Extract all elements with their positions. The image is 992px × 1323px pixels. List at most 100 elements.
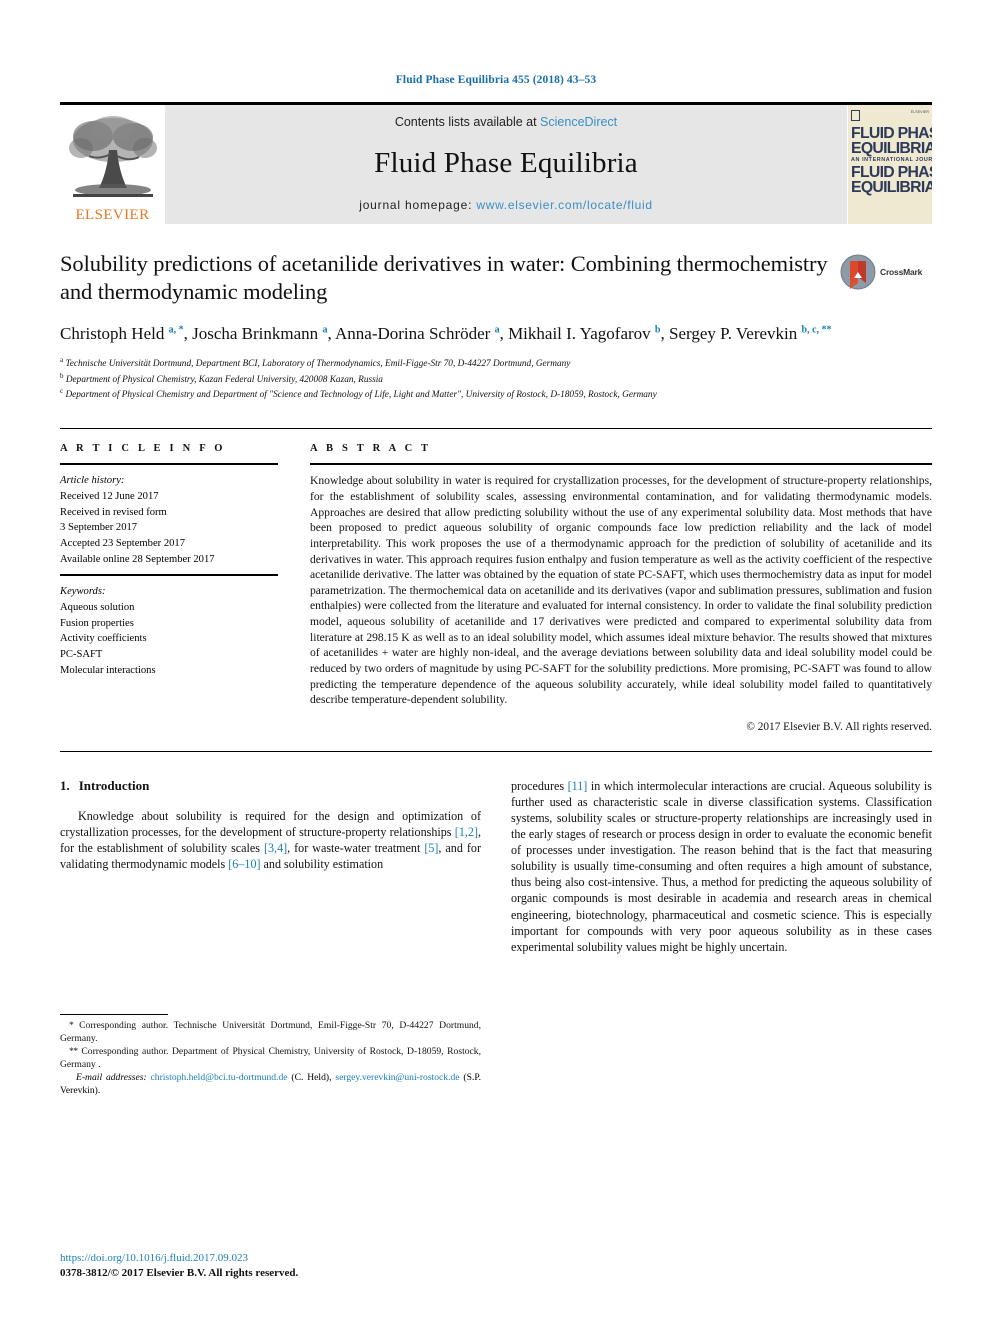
author-item: Sergey P. Verevkin b, c, ** [669,324,832,343]
journal-homepage-line: journal homepage: www.elsevier.com/locat… [359,198,653,212]
doi-link[interactable]: https://doi.org/10.1016/j.fluid.2017.09.… [60,1251,480,1266]
citation-link[interactable]: [1,2] [455,825,478,839]
keyword-item: PC-SAFT [60,649,103,661]
article-history-item: Available online 28 September 2017 [60,553,215,565]
author-name: Sergey P. Verevkin [668,323,798,343]
author-name: Joscha Brinkmann [192,323,319,343]
article-info-column: A R T I C L E I N F O Article history: R… [60,443,278,733]
title-block: Solubility predictions of acetanilide de… [60,250,932,402]
author-name: Mikhail I. Yagofarov [508,323,651,343]
cover-topbar: ELSEVIER [851,110,929,122]
affiliation-text: Technische Universität Dortmund, Departm… [65,359,571,370]
keywords-label: Keywords: [60,586,106,598]
author-sep: , [499,323,509,343]
keyword-item: Fusion properties [60,617,134,629]
author-list: Christoph Held a, *, Joscha Brinkmann a,… [60,323,932,346]
abstract-copyright: © 2017 Elsevier B.V. All rights reserved… [746,720,932,733]
affiliation-list: a Technische Universität Dortmund, Depar… [60,356,932,402]
journal-homepage-link[interactable]: www.elsevier.com/locate/fluid [476,198,652,212]
footnote-emails: E-mail addresses: christoph.held@bci.tu-… [60,1072,482,1097]
affiliation-mark: a [60,356,64,365]
section-title: Introduction [78,777,150,793]
keyword-item: Activity coefficients [60,633,147,645]
intro-paragraph-right: procedures [11] in which intermolecular … [511,778,932,955]
footnote-mark: * [69,1019,74,1031]
footnote-mark: ** [69,1045,78,1057]
footnote-text: Corresponding author. Department of Phys… [60,1045,482,1070]
sciencedirect-link[interactable]: ScienceDirect [540,115,617,129]
body-column-right: procedures [11] in which intermolecular … [511,778,932,1108]
article-history-item: Received in revised form [60,506,167,518]
crossmark-label: CrossMark [880,267,923,277]
cover-line-2: EQUILIBRIA [851,139,932,157]
author-sep: , [327,323,335,343]
crossmark-icon [840,254,876,290]
author-item: Joscha Brinkmann a [192,324,327,343]
contents-prefix: Contents lists available at [394,115,541,129]
affiliation-text: Department of Physical Chemistry, Kazan … [65,374,383,385]
footnote-divider [60,1013,168,1015]
author-name: Christoph Held [60,323,165,343]
article-info-heading: A R T I C L E I N F O [60,443,226,455]
intro-text-part: and solubility estimation [260,857,384,872]
elsevier-logo: ELSEVIER [60,105,165,224]
article-history-label: Article history: [60,475,125,487]
affiliation-item: c Department of Physical Chemistry and D… [60,387,932,402]
journal-title: Fluid Phase Equilibria [374,147,638,179]
article-history-item: 3 September 2017 [60,522,138,534]
journal-banner: Contents lists available at ScienceDirec… [165,105,847,224]
affiliation-text: Department of Physical Chemistry and Dep… [65,390,657,401]
email-link-1[interactable]: christoph.held@bci.tu-dortmund.de [151,1072,288,1083]
elsevier-tree-icon [68,116,157,197]
journal-cover-thumbnail[interactable]: ELSEVIER FLUID PHASE EQUILIBRIA AN INTER… [847,105,932,224]
keyword-item: Molecular interactions [60,664,156,676]
intro-text-part: procedures [511,778,568,793]
footnote-corresponding-2: ** Corresponding author. Department of P… [60,1046,481,1072]
crossmark-badge[interactable]: CrossMark [840,252,932,292]
article-history-item: Accepted 23 September 2017 [60,537,186,549]
homepage-prefix: journal homepage: [359,198,477,212]
author-marks: a, * [168,324,184,336]
abstract-text: Knowledge about solubility in water is r… [310,474,932,707]
running-head: Fluid Phase Equilibria 455 (2018) 43–53 [395,74,597,86]
body-column-left: 1. Introduction Knowledge about solubilit… [60,778,481,1108]
email-label: E-mail addresses: [76,1072,147,1084]
section-divider [60,750,932,752]
keyword-item: Aqueous solution [60,602,135,613]
section-number: 1. [60,777,70,793]
footnote-corresponding-1: * Corresponding author. Technische Unive… [60,1020,481,1046]
citation-link[interactable]: [11] [568,779,588,793]
author-marks: b, c, ** [801,324,832,336]
email-link-2[interactable]: sergey.verevkin@uni-rostock.de [335,1072,459,1083]
cover-line-4: EQUILIBRIA [851,179,932,197]
intro-text-part: in which intermolecular interactions are… [511,778,932,954]
author-item: Mikhail I. Yagofarov b [508,324,660,343]
author-name: Anna-Dorina Schröder [335,323,491,343]
divider [60,463,278,466]
issn-copyright-line: 0378-3812/© 2017 Elsevier B.V. All right… [60,1267,299,1280]
cover-corner-label: ELSEVIER [910,110,929,114]
divider [60,574,278,577]
abstract-heading: A B S T R A C T [310,443,432,455]
intro-text-part: Knowledge about solubility is required f… [60,808,481,839]
citation-link[interactable]: [6–10] [228,857,260,871]
affiliation-mark: c [60,387,64,396]
abstract-column: A B S T R A C T Knowledge about solubili… [310,443,932,733]
cover-subtitle: AN INTERNATIONAL JOURNAL [851,156,932,163]
page-title: Solubility predictions of acetanilide de… [60,251,828,305]
footnote-text: Corresponding author. Technische Univers… [60,1019,481,1044]
cover-mark-icon [851,110,860,121]
info-abstract-section: A R T I C L E I N F O Article history: R… [60,428,932,733]
article-page: Fluid Phase Equilibria 455 (2018) 43–53 [0,0,992,1323]
affiliation-mark: b [60,371,64,380]
affiliation-item: a Technische Universität Dortmund, Depar… [60,356,932,371]
author-sep: , [183,323,193,343]
body-columns: 1. Introduction Knowledge about solubilit… [60,778,932,1108]
contents-available-line: Contents lists available at ScienceDirec… [395,115,617,129]
section-heading-introduction: 1. Introduction [60,778,481,794]
affiliation-item: b Department of Physical Chemistry, Kaza… [60,372,932,387]
author-sep: , [660,323,669,343]
citation-link[interactable]: [5] [424,841,438,855]
intro-paragraph-left: Knowledge about solubility is required f… [60,808,481,872]
citation-link[interactable]: [3,4] [264,841,287,855]
